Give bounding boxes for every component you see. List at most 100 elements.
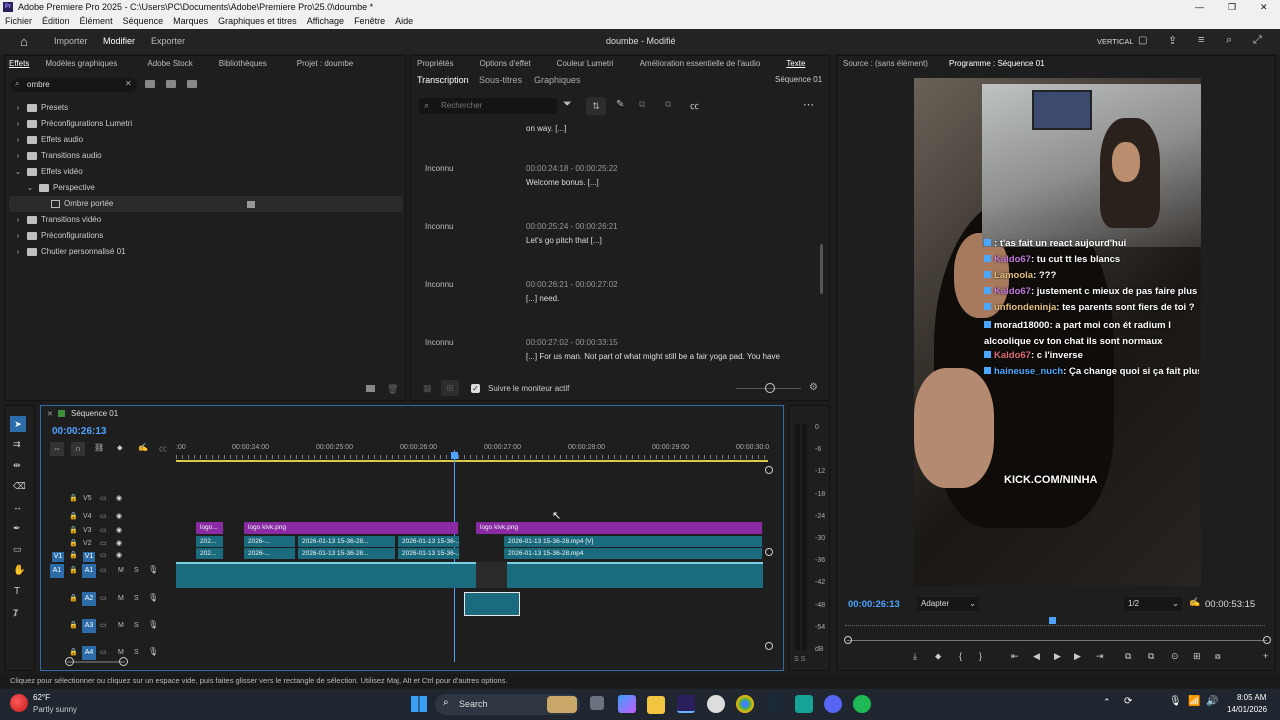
zoom-scroll-right[interactable] [119,657,128,666]
overlay-icon[interactable]: ⧇ [1215,651,1221,662]
ripple-edit-icon[interactable]: ⇹ [13,460,21,471]
segment-text[interactable]: [...] For us man. Not part of what might… [526,352,780,361]
lock-icon[interactable]: 🔒 [69,526,78,534]
speaker-label[interactable]: Inconnu [425,164,453,173]
effects-tree-item[interactable]: Ombre portée [9,196,403,212]
mark-in-icon[interactable]: { [959,651,962,661]
chevron-right-icon[interactable]: › [13,132,23,148]
play-icon[interactable]: ▶ [1054,651,1061,662]
menu-item-4[interactable]: Marques [173,14,208,29]
go-to-in-icon[interactable]: ⇤ [1011,651,1019,662]
premiere-taskbar-icon[interactable] [677,695,695,713]
compare-icon[interactable]: ⊞ [1193,651,1201,662]
track-name[interactable]: V5 [83,495,92,502]
eye-icon[interactable]: ◉ [116,526,122,534]
segment-text[interactable]: [...] need. [526,294,559,303]
snap-icon[interactable]: ∩ [71,442,85,456]
menu-item-0[interactable]: Fichier [5,14,32,29]
track-name[interactable]: V1 [83,552,95,562]
sync-icon[interactable]: ▭ [100,494,107,502]
trash-icon[interactable]: 🗑 [387,384,398,395]
lock-icon[interactable]: 🔒 [69,539,78,547]
effects-tree-item[interactable]: › Préconfigurations [9,228,403,244]
chevron-up-icon[interactable]: ⌃ [1103,697,1111,708]
v1-clip[interactable]: 202... [196,548,224,559]
sequence-tab[interactable]: Séquence 01 [71,409,118,418]
timeline-ruler[interactable]: :00 00:00:24:00 00:00:25:00 00:00:26:00 00:0… [176,442,770,460]
effects-tree-item[interactable]: ⌄ Effets vidéo [9,164,403,180]
menu-item-2[interactable]: Élément [80,14,113,29]
effects-tree-item[interactable]: ⌄ Perspective [9,180,403,196]
chevron-right-icon[interactable]: › [13,228,23,244]
home-icon[interactable]: ⌂ [20,34,28,49]
v2-clip[interactable]: 202... [196,536,224,547]
minimize-icon[interactable]: — [1195,0,1204,14]
menu-item-6[interactable]: Affichage [307,14,344,29]
search-icon[interactable]: ⌕ [1226,34,1232,47]
sync-icon[interactable]: ▭ [100,566,107,574]
track-area[interactable]: logo... logo kivk.png logo kivk.png 202...… [176,484,770,659]
mic-icon[interactable]: 🎙 [148,620,158,629]
taskbar-search[interactable]: ⌕ Search [435,694,580,715]
nav-edit[interactable]: Modifier [103,36,135,46]
lock-icon[interactable]: 🔒 [69,494,78,502]
workspace-layout[interactable]: VERTICAL [1097,37,1134,46]
chrome-icon[interactable] [707,695,725,713]
weather-temp[interactable]: 62°F [33,693,50,702]
tab-program-monitor[interactable]: Programme : Séquence 01 [949,59,1045,68]
program-scrollbar[interactable] [847,640,1267,641]
timeline-timecode[interactable]: 00:00:26:13 [52,426,106,437]
lock-icon[interactable]: 🔒 [69,551,78,559]
yuv-effects-icon[interactable] [187,80,197,88]
close-sequence-icon[interactable]: ✕ [47,410,53,418]
tab-libraries[interactable]: Bibliothèques [219,59,267,68]
mic-icon[interactable]: 🎙 [148,647,158,656]
eye-icon[interactable]: ◉ [116,494,122,502]
track-name[interactable]: A4 [82,646,96,660]
fullscreen-icon[interactable]: ⤢ [1253,34,1262,47]
menu-icon[interactable]: ≡ [1198,34,1204,46]
mic-icon[interactable]: 🎙 [1169,696,1182,707]
sync-icon[interactable]: ▭ [100,512,107,520]
chevron-down-icon[interactable]: ⌄ [13,164,23,180]
rectangle-icon[interactable]: ▭ [13,544,22,555]
clear-search-icon[interactable]: ✕ [125,79,132,88]
close-icon[interactable]: ✕ [1260,0,1268,14]
32bit-effects-icon[interactable] [166,80,176,88]
tab-lumetri-color[interactable]: Couleur Lumetri [557,59,614,68]
speaker-label[interactable]: Inconnu [425,222,453,231]
filter-icon[interactable]: ⏷ [563,98,572,111]
effects-tree-item[interactable]: › Transitions audio [9,148,403,164]
marker-icon[interactable]: ⬥ [117,443,123,453]
program-playhead[interactable] [1049,617,1056,624]
add-marker-icon[interactable]: ⬥ [935,651,941,662]
panel-icon[interactable]: ▢ [1138,35,1147,46]
sort-icon[interactable]: ⇅ [586,97,606,115]
transcript-search-input[interactable]: Rechercher [441,101,482,110]
chevron-right-icon[interactable]: › [13,116,23,132]
a1-audio-clip[interactable] [507,562,763,588]
mute-button[interactable]: M [118,595,124,602]
playhead-handle[interactable] [451,452,458,459]
mute-button[interactable]: M [118,622,124,629]
effects-tree-item[interactable]: › Effets audio [9,132,403,148]
menu-item-7[interactable]: Fenêtre [354,14,385,29]
mark-out-icon[interactable]: } [979,651,982,661]
captions-icon[interactable]: ㏄ [690,99,699,112]
v2-clip[interactable]: 2026-01-13 15-36-28.mp4 [V] [504,536,763,547]
segment-text[interactable]: Let's go pitch that [...] [526,236,602,245]
menu-item-3[interactable]: Séquence [123,14,164,29]
v1-clip[interactable]: 2026-01-13 15-36-28... [298,548,396,559]
work-area-bar[interactable] [176,460,768,462]
tab-adobe-stock[interactable]: Adobe Stock [147,59,192,68]
export-icon[interactable]: ▦ [423,383,432,394]
camera-icon[interactable]: ⊙ [1171,651,1179,662]
settings-icon[interactable]: ⚙ [809,382,818,393]
spotify-icon[interactable] [853,695,871,713]
effects-tree-item[interactable]: › Transitions vidéo [9,212,403,228]
chevron-right-icon[interactable]: › [13,212,23,228]
track-name[interactable]: A3 [82,619,96,633]
maximize-icon[interactable]: ❐ [1228,0,1236,14]
more-icon[interactable]: ⋯ [803,98,814,111]
step-forward-icon[interactable]: ▶ [1074,651,1081,662]
